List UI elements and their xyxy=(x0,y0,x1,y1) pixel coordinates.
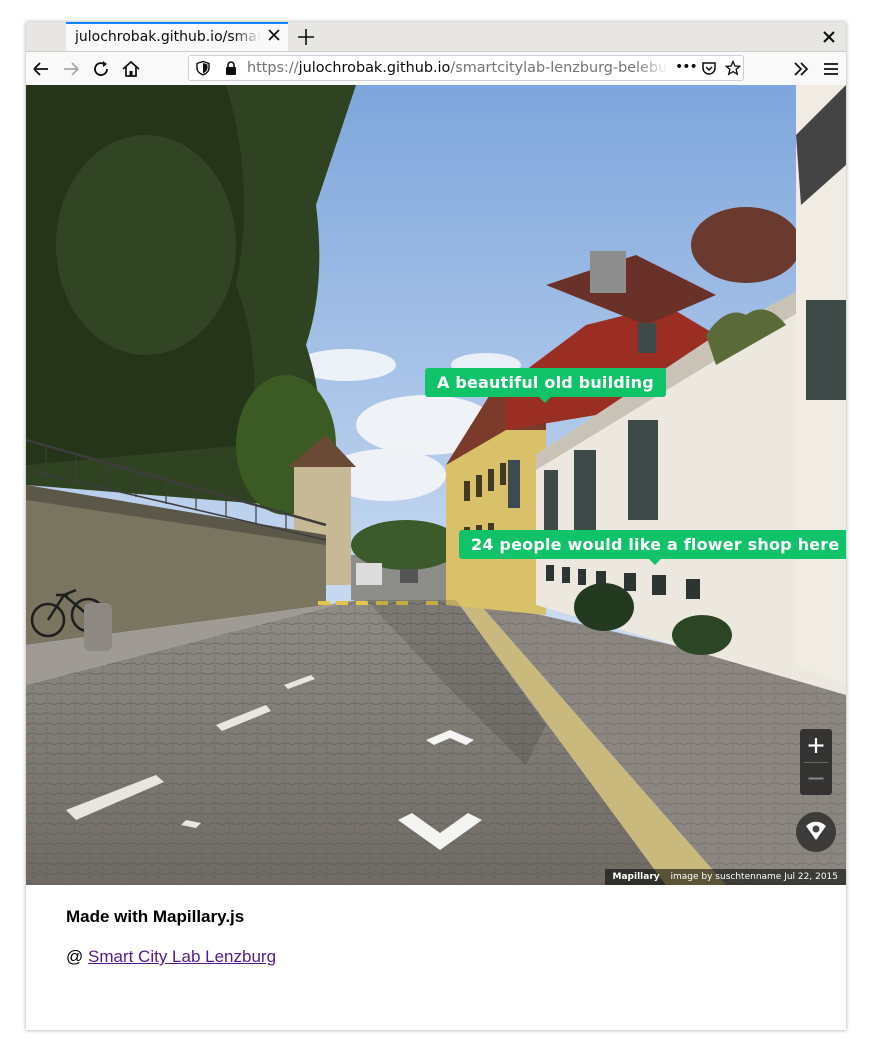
made-with-heading: Made with Mapillary.js xyxy=(66,907,245,926)
lock-icon[interactable] xyxy=(223,60,239,76)
tag-flower-shop-text: 24 people would like a flower shop here xyxy=(471,535,840,554)
credit-prefix: @ xyxy=(66,947,84,966)
home-icon[interactable] xyxy=(120,58,142,80)
forward-icon[interactable] xyxy=(60,58,82,80)
overflow-chevron-icon[interactable] xyxy=(790,58,812,80)
plus-icon[interactable] xyxy=(800,729,832,762)
hamburger-menu-icon[interactable] xyxy=(820,58,842,80)
close-tab-icon[interactable] xyxy=(266,27,282,43)
tab-title: julochrobak.github.io/smartcitylab-lenzb… xyxy=(75,29,261,45)
window-close-icon[interactable] xyxy=(822,30,836,44)
smart-city-lab-link[interactable]: Smart City Lab Lenzburg xyxy=(88,947,276,966)
url-text[interactable]: https://julochrobak.github.io/smartcityl… xyxy=(247,60,669,76)
credit-line: @ Smart City Lab Lenzburg xyxy=(66,947,276,967)
browser-tab[interactable]: julochrobak.github.io/smartcitylab-lenzb… xyxy=(66,22,288,51)
tag-flower-shop[interactable]: 24 people would like a flower shop here xyxy=(459,530,846,565)
tag-old-building[interactable]: A beautiful old building xyxy=(425,368,666,403)
attribution-text: image by suschtenname Jul 22, 2015 xyxy=(670,872,838,882)
back-icon[interactable] xyxy=(30,58,52,80)
tab-strip: julochrobak.github.io/smartcitylab-lenzb… xyxy=(26,22,846,52)
zoom-control xyxy=(800,729,832,795)
new-tab-icon[interactable] xyxy=(296,27,316,47)
page-actions-icon[interactable]: ••• xyxy=(675,59,698,75)
street-view-viewer[interactable]: A beautiful old building 24 people would… xyxy=(26,85,846,885)
image-attribution[interactable]: Mapillary image by suschtenname Jul 22, … xyxy=(604,869,846,885)
address-bar[interactable]: https://julochrobak.github.io/smartcityl… xyxy=(188,55,744,81)
tag-old-building-text: A beautiful old building xyxy=(437,373,654,392)
street-photo xyxy=(26,85,846,885)
reload-icon[interactable] xyxy=(90,58,112,80)
tracking-shield-icon[interactable] xyxy=(195,60,211,76)
browser-window: julochrobak.github.io/smartcitylab-lenzb… xyxy=(26,22,846,1030)
direction-compass[interactable] xyxy=(796,812,836,852)
bookmark-star-icon[interactable] xyxy=(725,60,741,76)
mapillary-brand: Mapillary xyxy=(612,872,660,882)
navigation-bar: https://julochrobak.github.io/smartcityl… xyxy=(26,52,846,86)
compass-icon xyxy=(806,821,826,840)
minus-icon[interactable] xyxy=(800,762,832,795)
pocket-icon[interactable] xyxy=(701,60,717,76)
url-path: /smartcitylab-lenzburg-belebung xyxy=(450,60,669,76)
url-host: julochrobak.github.io xyxy=(298,60,451,76)
url-scheme: https:// xyxy=(247,60,299,76)
